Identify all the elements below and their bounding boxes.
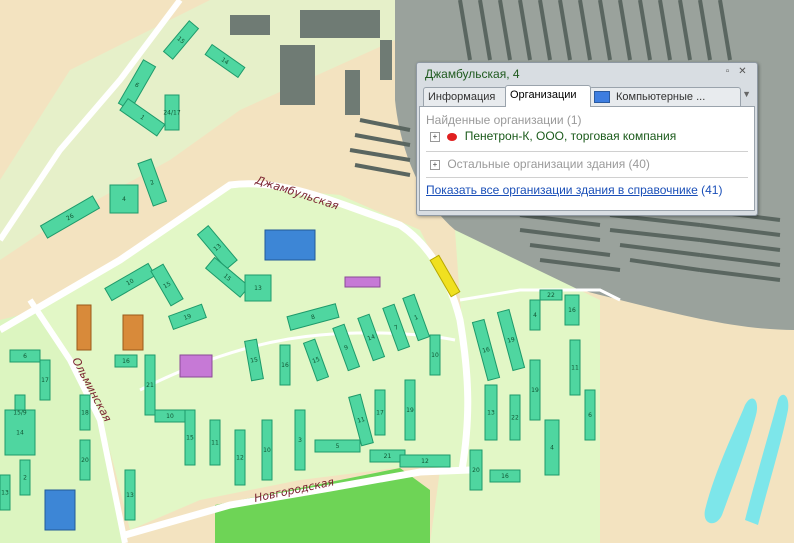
building-number: 17 <box>376 410 384 417</box>
building-number: 16 <box>501 473 509 480</box>
building-number: 10 <box>263 447 271 454</box>
building-number: 5 <box>336 443 340 450</box>
divider <box>426 177 748 178</box>
building-number: 11 <box>571 365 579 372</box>
building-number: 20 <box>81 457 89 464</box>
tab-computer-label: Компьютерные ... <box>616 91 706 103</box>
monitor-icon <box>594 91 610 103</box>
org-marker-icon <box>447 132 458 141</box>
building-number: 22 <box>547 292 555 299</box>
building-blue <box>264 229 316 261</box>
building-number: 15 <box>250 356 259 364</box>
popup-title: Джамбульская, 4 <box>425 67 520 81</box>
building-number: 4 <box>122 196 126 203</box>
building-number: 3 <box>298 437 302 444</box>
building-number: 20 <box>472 467 480 474</box>
building-number: 17 <box>41 377 49 384</box>
building-number: 4 <box>533 312 537 319</box>
building-number: 16 <box>281 362 289 369</box>
tabs-scroll-icon[interactable]: ▼ <box>742 89 751 99</box>
building-number: 11 <box>211 440 219 447</box>
show-all-row: Показать все организации здания в справо… <box>426 183 722 197</box>
building-number: 22 <box>511 415 519 422</box>
other-orgs-row[interactable]: + Остальные организации здания (40) <box>430 157 650 171</box>
show-all-count: (41) <box>701 183 723 197</box>
building-orange <box>122 314 144 351</box>
building-number: 12 <box>236 455 244 462</box>
tab-organizations[interactable]: Организации <box>505 85 591 107</box>
building-number: 16 <box>122 358 130 365</box>
info-popup: Джамбульская, 4 ▫ ✕ Информация Организац… <box>416 62 758 216</box>
building-number: 4 <box>550 445 554 452</box>
other-orgs-header: Остальные организации здания (40) <box>447 157 650 171</box>
found-orgs-header: Найденные организации (1) <box>426 113 582 127</box>
building-number: 19 <box>406 407 414 414</box>
building-number: 13 <box>487 410 495 417</box>
building-number: 2 <box>23 475 27 482</box>
organizations-panel: Найденные организации (1) + Пенетрон-К, … <box>419 106 755 211</box>
building-number: 10 <box>431 352 439 359</box>
building-number: 21 <box>146 382 154 389</box>
building-magenta-h <box>179 354 213 378</box>
building-number: 16 <box>568 307 576 314</box>
expand-icon[interactable]: + <box>430 131 440 142</box>
building-number: 12 <box>421 458 429 465</box>
building-number: 13 <box>126 492 134 499</box>
building-number: 15 <box>186 435 194 442</box>
building-number: 21 <box>384 453 392 460</box>
building-number: 15/9 <box>13 410 27 417</box>
building-number: 13 <box>1 490 9 497</box>
building-number: 10 <box>166 413 174 420</box>
found-org-row[interactable]: + Пенетрон-К, ООО, торговая компания <box>430 129 676 143</box>
found-org-name: Пенетрон-К, ООО, торговая компания <box>464 129 677 143</box>
building-number: 6 <box>23 353 27 360</box>
building-number: 18 <box>81 410 89 417</box>
building-magenta-rect <box>344 276 381 288</box>
building-number: 24/17 <box>163 110 180 117</box>
building-orange-2 <box>76 304 92 351</box>
show-all-link[interactable]: Показать все организации здания в справо… <box>426 183 698 197</box>
popup-tabs: Информация Организации Компьютерные ... … <box>423 85 751 107</box>
tab-computer[interactable]: Компьютерные ... <box>589 87 741 106</box>
building-blue-sw <box>44 489 76 531</box>
close-icon[interactable]: ✕ <box>737 66 748 77</box>
building-number: 19 <box>531 387 539 394</box>
expand-icon[interactable]: + <box>430 159 440 170</box>
minimize-icon[interactable]: ▫ <box>722 66 733 77</box>
divider <box>426 151 748 152</box>
building-number: 13 <box>254 285 262 292</box>
building-number: 14 <box>16 430 24 437</box>
tab-info[interactable]: Информация <box>423 87 507 106</box>
building-number: 6 <box>588 412 592 419</box>
